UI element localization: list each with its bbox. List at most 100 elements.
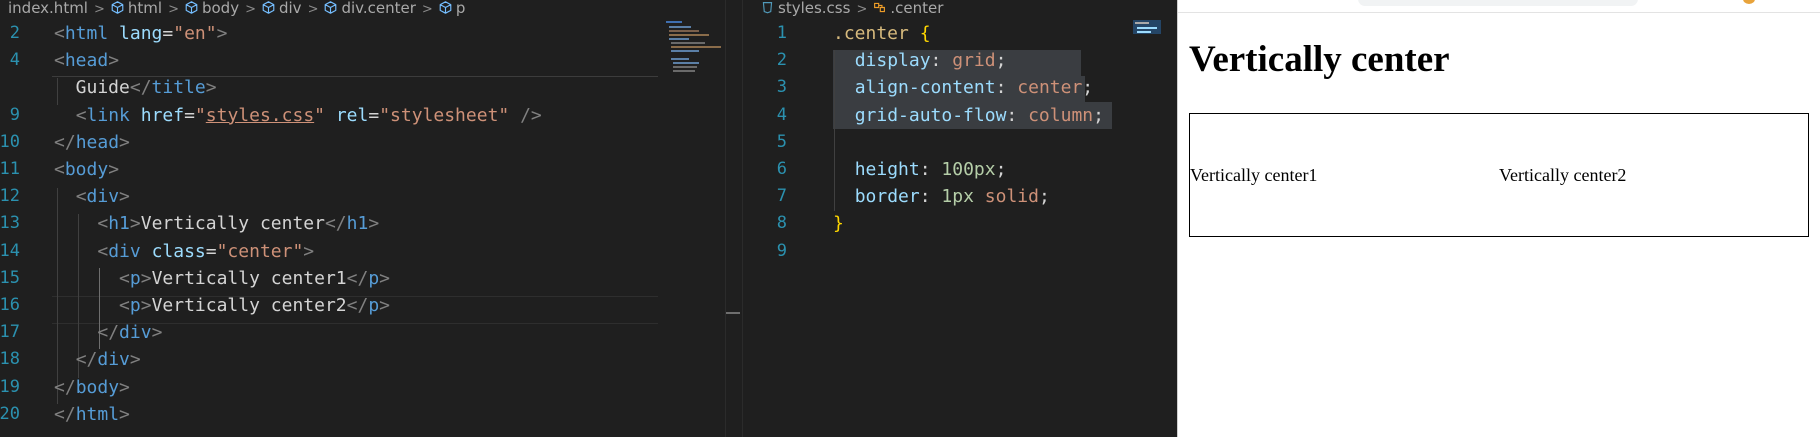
code-text: <p>Vertically center2</p> <box>54 292 390 319</box>
breadcrumb-item[interactable]: p <box>439 0 465 17</box>
code-token: body <box>64 159 109 180</box>
code-token: Vertically center2 <box>151 295 347 316</box>
code-line[interactable]: 12 <div> <box>0 183 660 210</box>
code-line[interactable]: 2 <html lang="en"> <box>0 20 660 47</box>
code-line[interactable]: 11 <body> <box>0 156 660 183</box>
breadcrumb-label: styles.css <box>778 0 851 17</box>
css-breadcrumb[interactable]: styles.css > .center <box>761 0 943 18</box>
css-editor-pane[interactable]: styles.css > .center 1 .center {2 display: … <box>743 0 1177 437</box>
code-text: <body> <box>54 156 119 183</box>
html-breadcrumb[interactable]: index.html > html > body > div > div.center > p <box>8 0 465 18</box>
code-token: </ <box>324 213 347 235</box>
code-line[interactable]: 20 </html> <box>0 401 660 428</box>
code-text: <div> <box>54 183 130 210</box>
code-token: h1 <box>346 213 369 235</box>
element-cube-icon <box>111 1 124 14</box>
breadcrumb-label: html <box>127 0 163 17</box>
code-line[interactable]: Guide</title> <box>0 74 660 101</box>
code-line[interactable]: 15 <p>Vertically center1</p> <box>0 265 660 292</box>
grid-paragraph-2: Vertically center2 <box>1499 164 1627 185</box>
breadcrumb-item[interactable]: div.center <box>324 0 416 17</box>
browser-preview[interactable]: Vertically center Vertically center1 Ver… <box>1177 0 1820 437</box>
code-line[interactable]: 10 </head> <box>0 129 660 156</box>
css-minimap[interactable] <box>1133 20 1163 38</box>
breadcrumb-item[interactable]: body <box>185 0 239 17</box>
code-line[interactable]: 5 <box>743 129 1163 156</box>
address-bar[interactable] <box>1358 0 1638 6</box>
code-token: > <box>368 213 380 235</box>
breadcrumb-item[interactable]: .center <box>873 0 943 17</box>
code-token: = <box>368 104 380 126</box>
extension-icon[interactable] <box>1743 0 1755 4</box>
html-minimap[interactable] <box>665 18 723 78</box>
code-token: " <box>194 104 206 126</box>
code-line[interactable]: 7 border: 1px solid; <box>743 183 1163 210</box>
html-editor-pane[interactable]: index.html > html > body > div > div.center > p 2 <… <box>0 0 742 437</box>
code-text: display: grid; <box>833 47 1007 74</box>
grid-paragraph-1: Vertically center1 <box>1190 164 1318 185</box>
code-token: > <box>119 376 130 398</box>
html-scrollbar[interactable] <box>725 0 740 437</box>
code-line[interactable]: 9 <box>743 238 1163 265</box>
line-number: 15 <box>0 267 20 288</box>
code-token: div <box>108 240 141 262</box>
code-text: </body> <box>54 374 130 401</box>
code-token: grid-auto-flow <box>854 104 1007 126</box>
code-token: center <box>1017 77 1083 99</box>
code-token: styles.css <box>205 104 315 126</box>
code-token: ; <box>995 159 1007 180</box>
breadcrumb-separator-icon: > <box>245 2 256 17</box>
code-token: : <box>919 159 942 180</box>
line-number: 12 <box>0 186 20 207</box>
code-line[interactable]: 17 </div> <box>0 319 660 346</box>
code-line[interactable]: 4 grid-auto-flow: column; <box>743 102 1163 129</box>
code-token: div <box>119 322 152 344</box>
code-line[interactable]: 14 <div class="center"> <box>0 238 660 265</box>
code-line[interactable]: 18 </div> <box>0 346 660 373</box>
line-number: 14 <box>0 240 20 261</box>
code-token: /> <box>520 104 542 126</box>
code-token: > <box>151 322 163 344</box>
code-token: border <box>854 186 920 208</box>
code-token: : <box>919 186 942 208</box>
code-line[interactable]: 8} <box>743 210 1163 237</box>
code-line[interactable]: 19 </body> <box>0 374 660 401</box>
code-token: .center <box>833 23 909 44</box>
breadcrumb-item[interactable]: html <box>111 0 162 17</box>
code-token: > <box>108 159 120 180</box>
code-token: < <box>54 159 65 180</box>
code-token: align-content <box>854 77 996 99</box>
code-token: p <box>368 267 380 289</box>
code-token: lang <box>119 23 163 44</box>
page-heading: Vertically center <box>1189 39 1450 80</box>
code-token: p <box>129 295 141 316</box>
code-line[interactable]: 13 <h1>Vertically center</h1> <box>0 210 660 237</box>
line-number: 20 <box>0 403 20 424</box>
code-token: "stylesheet" <box>379 104 510 126</box>
code-line[interactable]: 9 <link href="styles.css" rel="styleshee… <box>0 102 660 129</box>
code-line[interactable]: 6 height: 100px; <box>743 156 1163 183</box>
code-line[interactable]: 2 display: grid; <box>743 47 1163 74</box>
code-line[interactable]: 4 <head> <box>0 47 660 74</box>
breadcrumb-item[interactable]: div <box>262 0 302 17</box>
breadcrumb-item[interactable]: index.html <box>8 0 88 17</box>
code-token: > <box>119 403 130 425</box>
code-line[interactable]: 1 .center { <box>743 20 1163 47</box>
breadcrumb-item[interactable]: styles.css <box>761 0 850 17</box>
code-token: } <box>833 213 844 235</box>
breadcrumb-separator-icon: > <box>421 2 433 17</box>
code-text: grid-auto-flow: column; <box>833 102 1104 129</box>
code-line[interactable]: 16 <p>Vertically center2</p> <box>0 292 660 319</box>
code-line[interactable]: 3 align-content: center; <box>743 74 1163 101</box>
element-cube-icon <box>324 1 337 14</box>
code-token: 1px <box>941 186 974 208</box>
code-token: "center" <box>216 240 304 262</box>
